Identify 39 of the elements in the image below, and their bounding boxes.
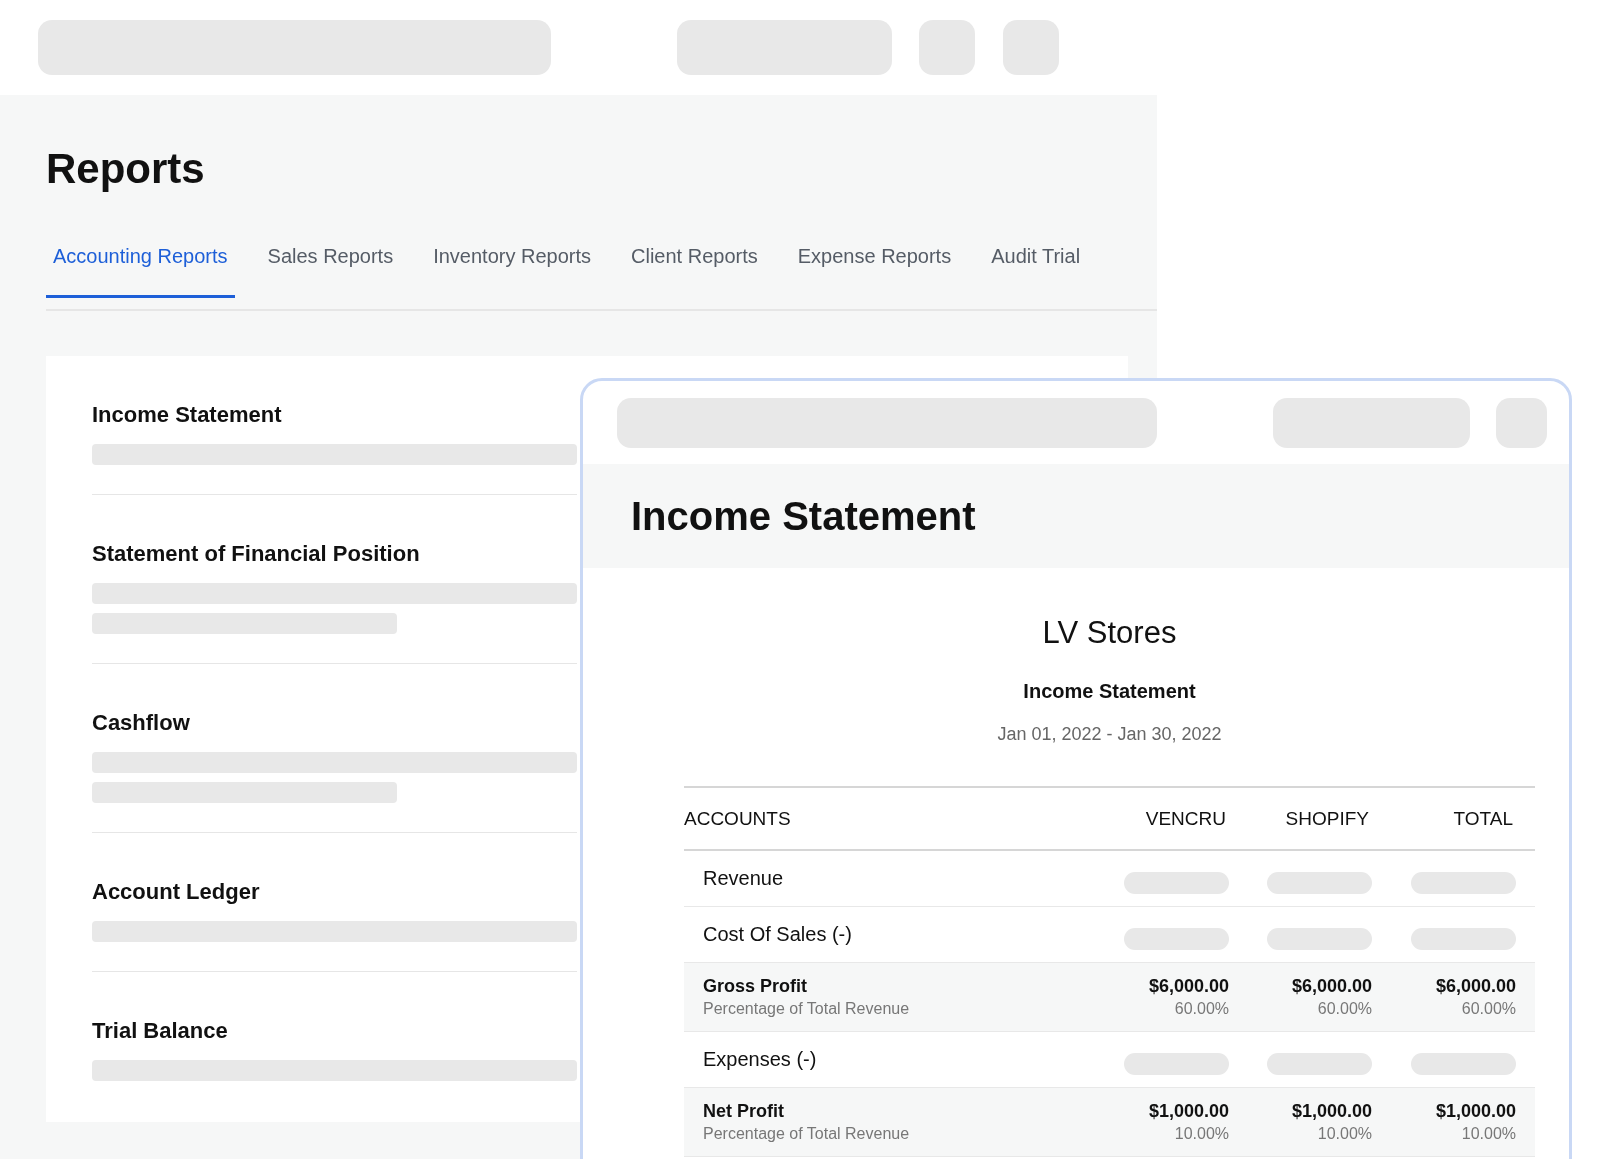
report-tab[interactable]: Expense Reports <box>790 235 959 297</box>
percentage: 60.00% <box>1174 999 1229 1019</box>
total-name: Gross Profit <box>703 975 809 998</box>
column-header: ACCOUNTS <box>684 807 792 830</box>
report-name: Income Statement <box>1022 679 1197 704</box>
report-period: Jan 01, 2022 - Jan 30, 2022 <box>996 723 1223 746</box>
account-name: Cost Of Sales (-) <box>702 923 853 946</box>
amount: $6,000.00 <box>1435 975 1516 998</box>
amount: $6,000.00 <box>1291 975 1372 998</box>
company-name: LV Stores <box>1041 614 1178 652</box>
total-name: Net Profit <box>703 1100 785 1123</box>
report-title[interactable]: Cashflow <box>92 708 577 738</box>
percentage: 10.00% <box>1174 1124 1229 1144</box>
report-tab[interactable]: Sales Reports <box>260 235 401 297</box>
window-title: Income Statement <box>631 493 976 539</box>
amount: $1,000.00 <box>1148 1100 1229 1123</box>
amount: $6,000.00 <box>1148 975 1229 998</box>
percentage: 10.00% <box>1461 1124 1516 1144</box>
percentage: 60.00% <box>1317 999 1372 1019</box>
column-header: VENCRU <box>1144 807 1227 830</box>
amount: $1,000.00 <box>1291 1100 1372 1123</box>
report-title[interactable]: Account Ledger <box>92 877 577 907</box>
report-tab[interactable]: Audit Trial <box>984 235 1088 297</box>
report-tab[interactable]: Accounting Reports <box>46 235 235 298</box>
page-title: Reports <box>46 144 206 194</box>
total-description: Percentage of Total Revenue <box>703 999 911 1019</box>
percentage: 60.00% <box>1461 999 1516 1019</box>
report-tab[interactable]: Inventory Reports <box>426 235 599 297</box>
account-name: Revenue <box>702 867 785 890</box>
report-title[interactable]: Statement of Financial Position <box>92 539 577 569</box>
percentage: 10.00% <box>1317 1124 1372 1144</box>
report-tab[interactable]: Client Reports <box>624 235 765 297</box>
account-name: Expenses (-) <box>702 1048 818 1071</box>
amount: $1,000.00 <box>1435 1100 1516 1123</box>
column-header: SHOPIFY <box>1284 807 1370 830</box>
total-description: Percentage of Total Revenue <box>703 1124 911 1144</box>
report-title[interactable]: Trial Balance <box>92 1016 577 1046</box>
report-title[interactable]: Income Statement <box>92 400 577 430</box>
column-header: TOTAL <box>1452 807 1514 830</box>
